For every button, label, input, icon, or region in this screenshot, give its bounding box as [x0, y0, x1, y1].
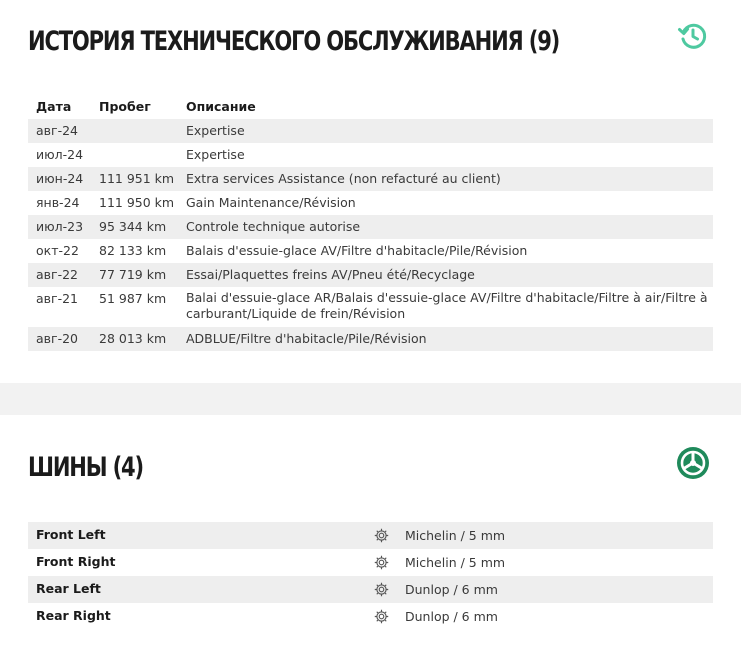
tires-table: Front Left Michelin / 5 mm Front Right M…: [28, 522, 713, 630]
gear-icon: [373, 608, 390, 625]
tire-position: Front Left: [36, 527, 106, 542]
gear-icon: [373, 581, 390, 598]
row-date: авг-21: [36, 291, 79, 306]
row-date: июн-24: [36, 171, 84, 186]
row-description: Expertise: [186, 147, 245, 162]
row-description: Expertise: [186, 123, 245, 138]
row-mileage: 28 013 km: [99, 331, 167, 346]
tire-value: Michelin / 5 mm: [405, 555, 506, 570]
tire-position: Rear Left: [36, 581, 101, 596]
maintenance-table: авг-24 Expertise июл-24 Expertise июн-24…: [28, 119, 713, 351]
row-date: авг-24: [36, 123, 79, 138]
row-date: авг-20: [36, 331, 79, 346]
row-mileage: 111 951 km: [99, 171, 175, 186]
row-date: авг-22: [36, 267, 79, 282]
list-item: Rear Left Dunlop / 6 mm: [28, 576, 713, 603]
header-date: Дата: [36, 99, 72, 114]
tire-position: Rear Right: [36, 608, 111, 623]
maintenance-table-header: Дата Пробег Описание: [28, 99, 713, 117]
header-mileage: Пробег: [99, 99, 151, 114]
table-row: авг-21 51 987 km Balai d'essuie-glace AR…: [28, 287, 713, 327]
header-description: Описание: [186, 99, 256, 114]
row-date: янв-24: [36, 195, 80, 210]
row-description: Controle technique autorise: [186, 219, 361, 234]
maintenance-title: ИСТОРИЯ ТЕХНИЧЕСКОГО ОБСЛУЖИВАНИЯ (9): [28, 26, 560, 57]
table-row: июн-24 111 951 km Extra services Assista…: [28, 167, 713, 191]
row-mileage: 82 133 km: [99, 243, 167, 258]
list-item: Front Left Michelin / 5 mm: [28, 522, 713, 549]
gear-icon: [373, 527, 390, 544]
row-mileage: 111 950 km: [99, 195, 175, 210]
row-date: июл-23: [36, 219, 84, 234]
row-description: ADBLUE/Filtre d'habitacle/Pile/Révision: [186, 331, 427, 346]
list-item: Rear Right Dunlop / 6 mm: [28, 603, 713, 630]
row-description: Balais d'essuie-glace AV/Filtre d'habita…: [186, 243, 528, 258]
table-row: авг-24 Expertise: [28, 119, 713, 143]
row-description: Extra services Assistance (non refacturé…: [186, 171, 501, 186]
table-row: янв-24 111 950 km Gain Maintenance/Révis…: [28, 191, 713, 215]
tire-wheel-icon: [676, 446, 710, 484]
tires-title: ШИНЫ (4): [28, 452, 144, 483]
row-date: июл-24: [36, 147, 84, 162]
tire-value: Michelin / 5 mm: [405, 528, 506, 543]
row-description: Essai/Plaquettes freins AV/Pneu été/Recy…: [186, 267, 475, 282]
table-row: авг-20 28 013 km ADBLUE/Filtre d'habitac…: [28, 327, 713, 351]
table-row: авг-22 77 719 km Essai/Plaquettes freins…: [28, 263, 713, 287]
tire-position: Front Right: [36, 554, 116, 569]
tire-value: Dunlop / 6 mm: [405, 609, 498, 624]
row-mileage: 77 719 km: [99, 267, 167, 282]
row-description: Gain Maintenance/Révision: [186, 195, 356, 210]
table-row: июл-24 Expertise: [28, 143, 713, 167]
list-item: Front Right Michelin / 5 mm: [28, 549, 713, 576]
gear-icon: [373, 554, 390, 571]
row-mileage: 51 987 km: [99, 291, 167, 306]
section-divider: [0, 383, 741, 415]
history-icon: [677, 20, 709, 56]
table-row: окт-22 82 133 km Balais d'essuie-glace A…: [28, 239, 713, 263]
row-mileage: 95 344 km: [99, 219, 167, 234]
row-description: Balai d'essuie-glace AR/Balais d'essuie-…: [186, 290, 708, 321]
table-row: июл-23 95 344 km Controle technique auto…: [28, 215, 713, 239]
tire-value: Dunlop / 6 mm: [405, 582, 498, 597]
row-date: окт-22: [36, 243, 79, 258]
